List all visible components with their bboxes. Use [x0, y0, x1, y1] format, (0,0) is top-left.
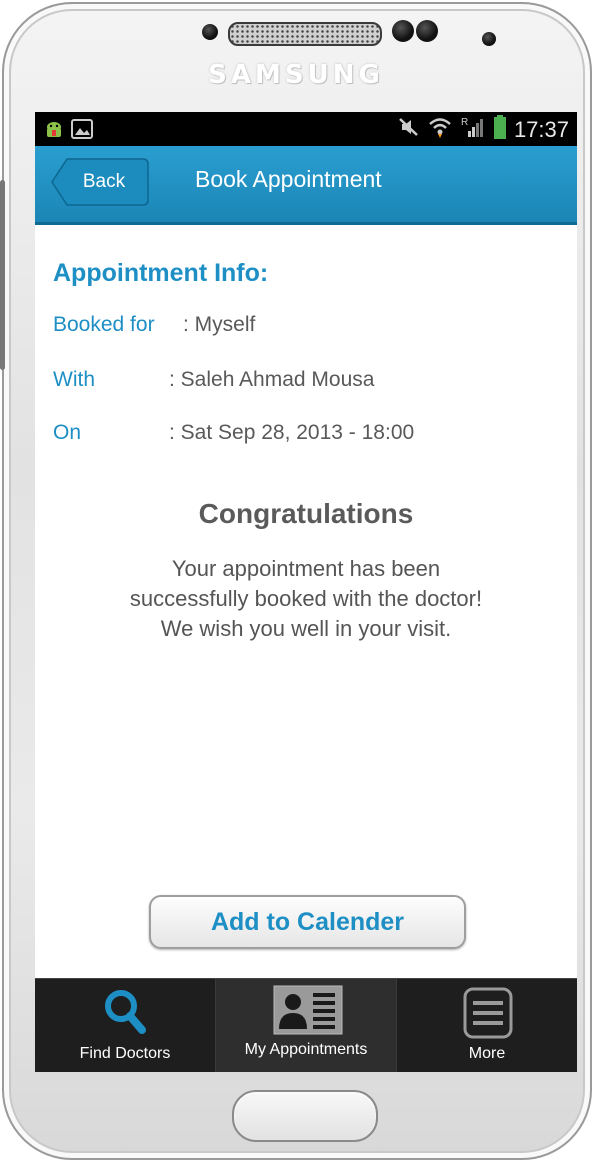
back-button[interactable]: Back	[51, 158, 149, 206]
bottom-tab-bar: Find Doctors My Appointments More	[35, 978, 577, 1072]
booked-for-value: : Myself	[183, 313, 256, 336]
mute-icon	[398, 116, 420, 143]
tab-label: More	[468, 1045, 506, 1062]
confirmation-line: Your appointment has been	[171, 556, 441, 581]
tab-find-doctors[interactable]: Find Doctors	[35, 979, 215, 1072]
home-button[interactable]	[232, 1090, 378, 1142]
battery-icon	[493, 115, 506, 144]
title-bar: Back Book Appointment	[35, 146, 577, 225]
back-button-label: Back	[82, 171, 126, 192]
volume-button	[0, 180, 5, 370]
confirmation-line: We wish you well in your visit.	[160, 616, 452, 641]
appointment-info-heading: Appointment Info:	[53, 259, 269, 287]
tab-more[interactable]: More	[397, 979, 577, 1072]
date-value: : Sat Sep 28, 2013 - 18:00	[169, 421, 415, 444]
tab-label: Find Doctors	[79, 1045, 171, 1062]
svg-text:R: R	[461, 117, 468, 128]
tab-label: My Appointments	[244, 1041, 368, 1058]
tab-my-appointments[interactable]: My Appointments	[216, 979, 396, 1072]
doctor-name-value: : Saleh Ahmad Mousa	[169, 368, 375, 391]
status-bar: R 17:37	[35, 112, 577, 146]
front-camera	[392, 20, 414, 42]
page-title: Book Appointment	[195, 166, 382, 192]
wifi-icon	[428, 116, 452, 143]
booked-for-label: Booked for	[53, 313, 155, 336]
front-camera-secondary	[416, 20, 438, 42]
status-time: 17:37	[513, 116, 569, 142]
brand-logo: SAMSUNG	[208, 60, 384, 90]
congratulations-title: Congratulations	[198, 498, 414, 529]
on-label: On	[53, 421, 82, 444]
confirmation-message: Your appointment has been successfully b…	[65, 554, 547, 644]
with-label: With	[53, 368, 95, 391]
contact-card-icon	[273, 985, 343, 1040]
confirmation-line: successfully booked with the doctor!	[129, 586, 483, 611]
menu-icon	[463, 987, 513, 1044]
earpiece-speaker	[228, 22, 382, 46]
screen: R 17:37 Back Book Appointment Appointmen…	[35, 112, 577, 1072]
gallery-icon	[71, 118, 93, 145]
add-to-calendar-button[interactable]: Add to Calender	[149, 895, 466, 949]
search-icon	[102, 987, 148, 1042]
signal-roaming-icon: R	[460, 115, 486, 144]
android-debug-icon	[43, 118, 65, 145]
proximity-sensor	[482, 32, 496, 46]
front-sensor	[202, 24, 218, 40]
